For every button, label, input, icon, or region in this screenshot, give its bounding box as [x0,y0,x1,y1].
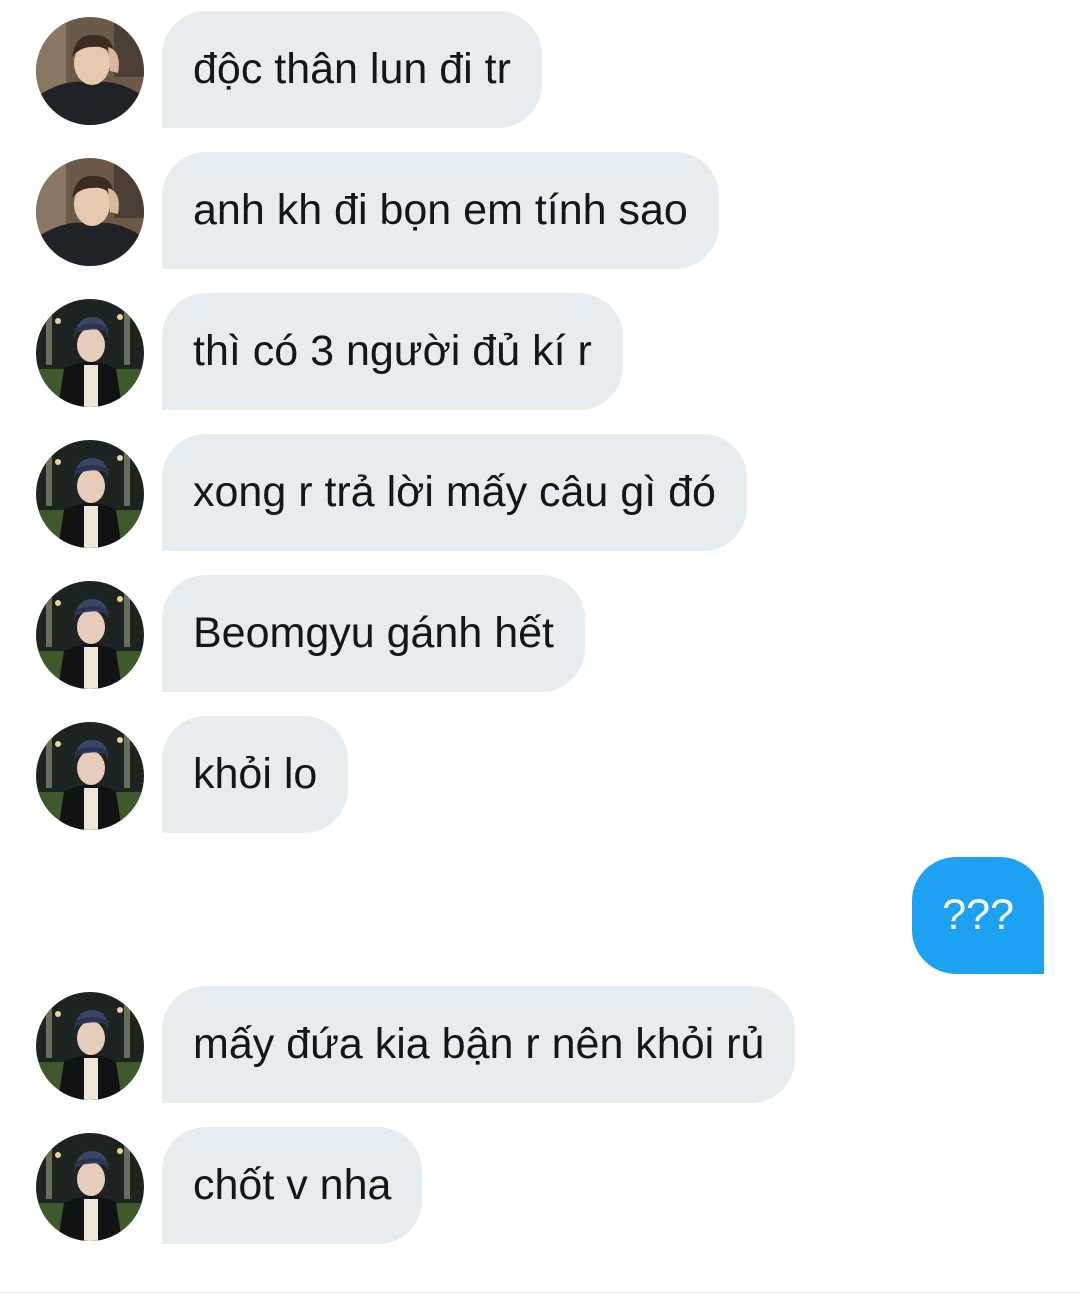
message-row: thì có 3 người đủ kí r [0,293,1080,410]
message-text: mấy đứa kia bận r nên khỏi rủ [193,1020,765,1068]
message-row: khỏi lo [0,716,1080,833]
avatar-b-image [36,1133,144,1241]
avatar[interactable] [36,1133,144,1241]
message-row: độc thân lun đi tr [0,11,1080,128]
message-bubble[interactable]: anh kh đi bọn em tính sao [162,152,719,269]
message-text: ??? [942,891,1014,939]
message-text: chốt v nha [193,1161,392,1209]
avatar[interactable] [36,722,144,830]
message-bubble[interactable]: Beomgyu gánh hết [162,575,585,692]
message-text: anh kh đi bọn em tính sao [193,186,688,234]
message-text: Beomgyu gánh hết [193,609,554,657]
avatar-a-image [36,17,144,125]
message-bubble[interactable]: độc thân lun đi tr [162,11,542,128]
message-row: mấy đứa kia bận r nên khỏi rủ [0,986,1080,1103]
message-row: chốt v nha [0,1127,1080,1244]
avatar[interactable] [36,17,144,125]
message-text: thì có 3 người đủ kí r [193,327,592,375]
avatar-a-image [36,158,144,266]
message-bubble[interactable]: mấy đứa kia bận r nên khỏi rủ [162,986,796,1103]
outgoing-message-bubble[interactable]: ??? [912,857,1044,974]
message-row: anh kh đi bọn em tính sao [0,152,1080,269]
message-thread: độc thân lun đi tr anh kh đi bọn em tính… [0,0,1080,1297]
avatar-b-image [36,440,144,548]
message-bubble[interactable]: chốt v nha [162,1127,423,1244]
message-text: xong r trả lời mấy câu gì đó [193,468,716,516]
avatar-b-image [36,299,144,407]
message-row: Beomgyu gánh hết [0,575,1080,692]
avatar[interactable] [36,992,144,1100]
avatar-b-image [36,992,144,1100]
avatar[interactable] [36,299,144,407]
avatar[interactable] [36,440,144,548]
avatar[interactable] [36,581,144,689]
message-text: độc thân lun đi tr [193,45,511,93]
avatar-b-image [36,722,144,830]
message-text: khỏi lo [193,750,318,798]
divider [0,1292,1080,1293]
message-bubble[interactable]: xong r trả lời mấy câu gì đó [162,434,747,551]
message-bubble[interactable]: khỏi lo [162,716,349,833]
avatar[interactable] [36,158,144,266]
message-bubble[interactable]: thì có 3 người đủ kí r [162,293,623,410]
avatar-b-image [36,581,144,689]
message-row: xong r trả lời mấy câu gì đó [0,434,1080,551]
message-row-outgoing: ??? [0,857,1080,974]
